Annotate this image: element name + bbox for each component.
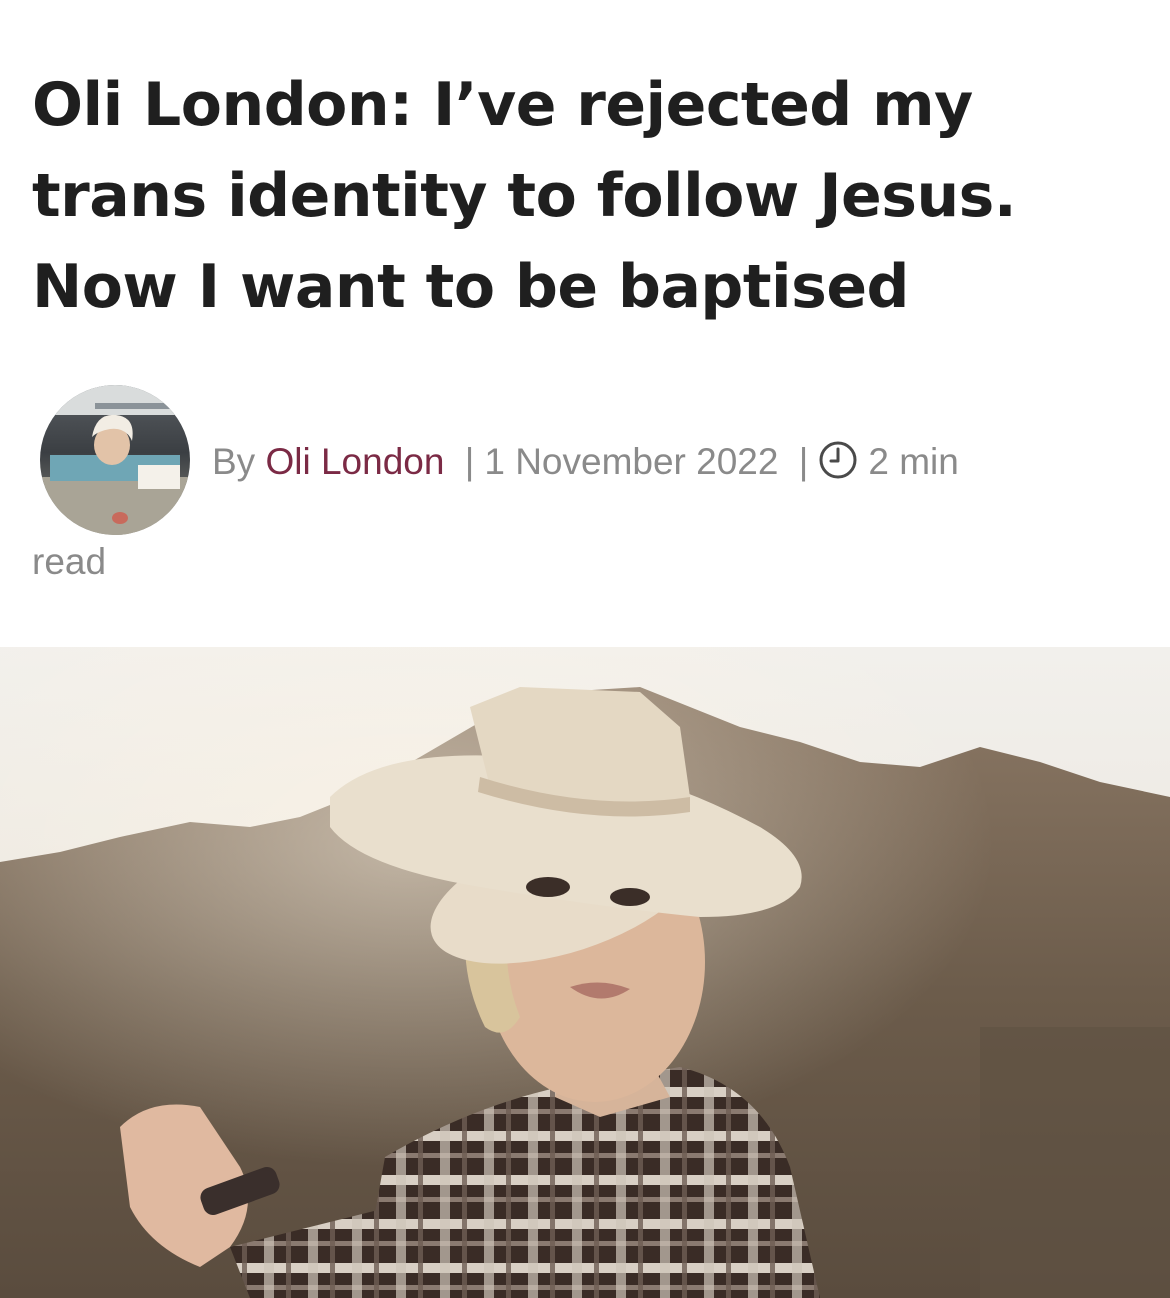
- publish-date: 1 November 2022: [484, 441, 779, 482]
- hero-photo: [0, 647, 1170, 1298]
- clock-icon: [819, 441, 857, 479]
- read-time-suffix: read: [32, 541, 107, 582]
- article-title: Oli London: I’ve rejected my trans ident…: [32, 70, 1017, 322]
- byline-by: By: [212, 441, 256, 482]
- separator: |: [464, 441, 475, 482]
- author-link[interactable]: Oli London: [265, 441, 444, 482]
- read-time: 2 min: [868, 441, 959, 482]
- author-avatar[interactable]: [40, 385, 190, 535]
- meta-line: By Oli London | 1 November 2022 | 2 min: [212, 440, 959, 480]
- separator: |: [798, 441, 809, 482]
